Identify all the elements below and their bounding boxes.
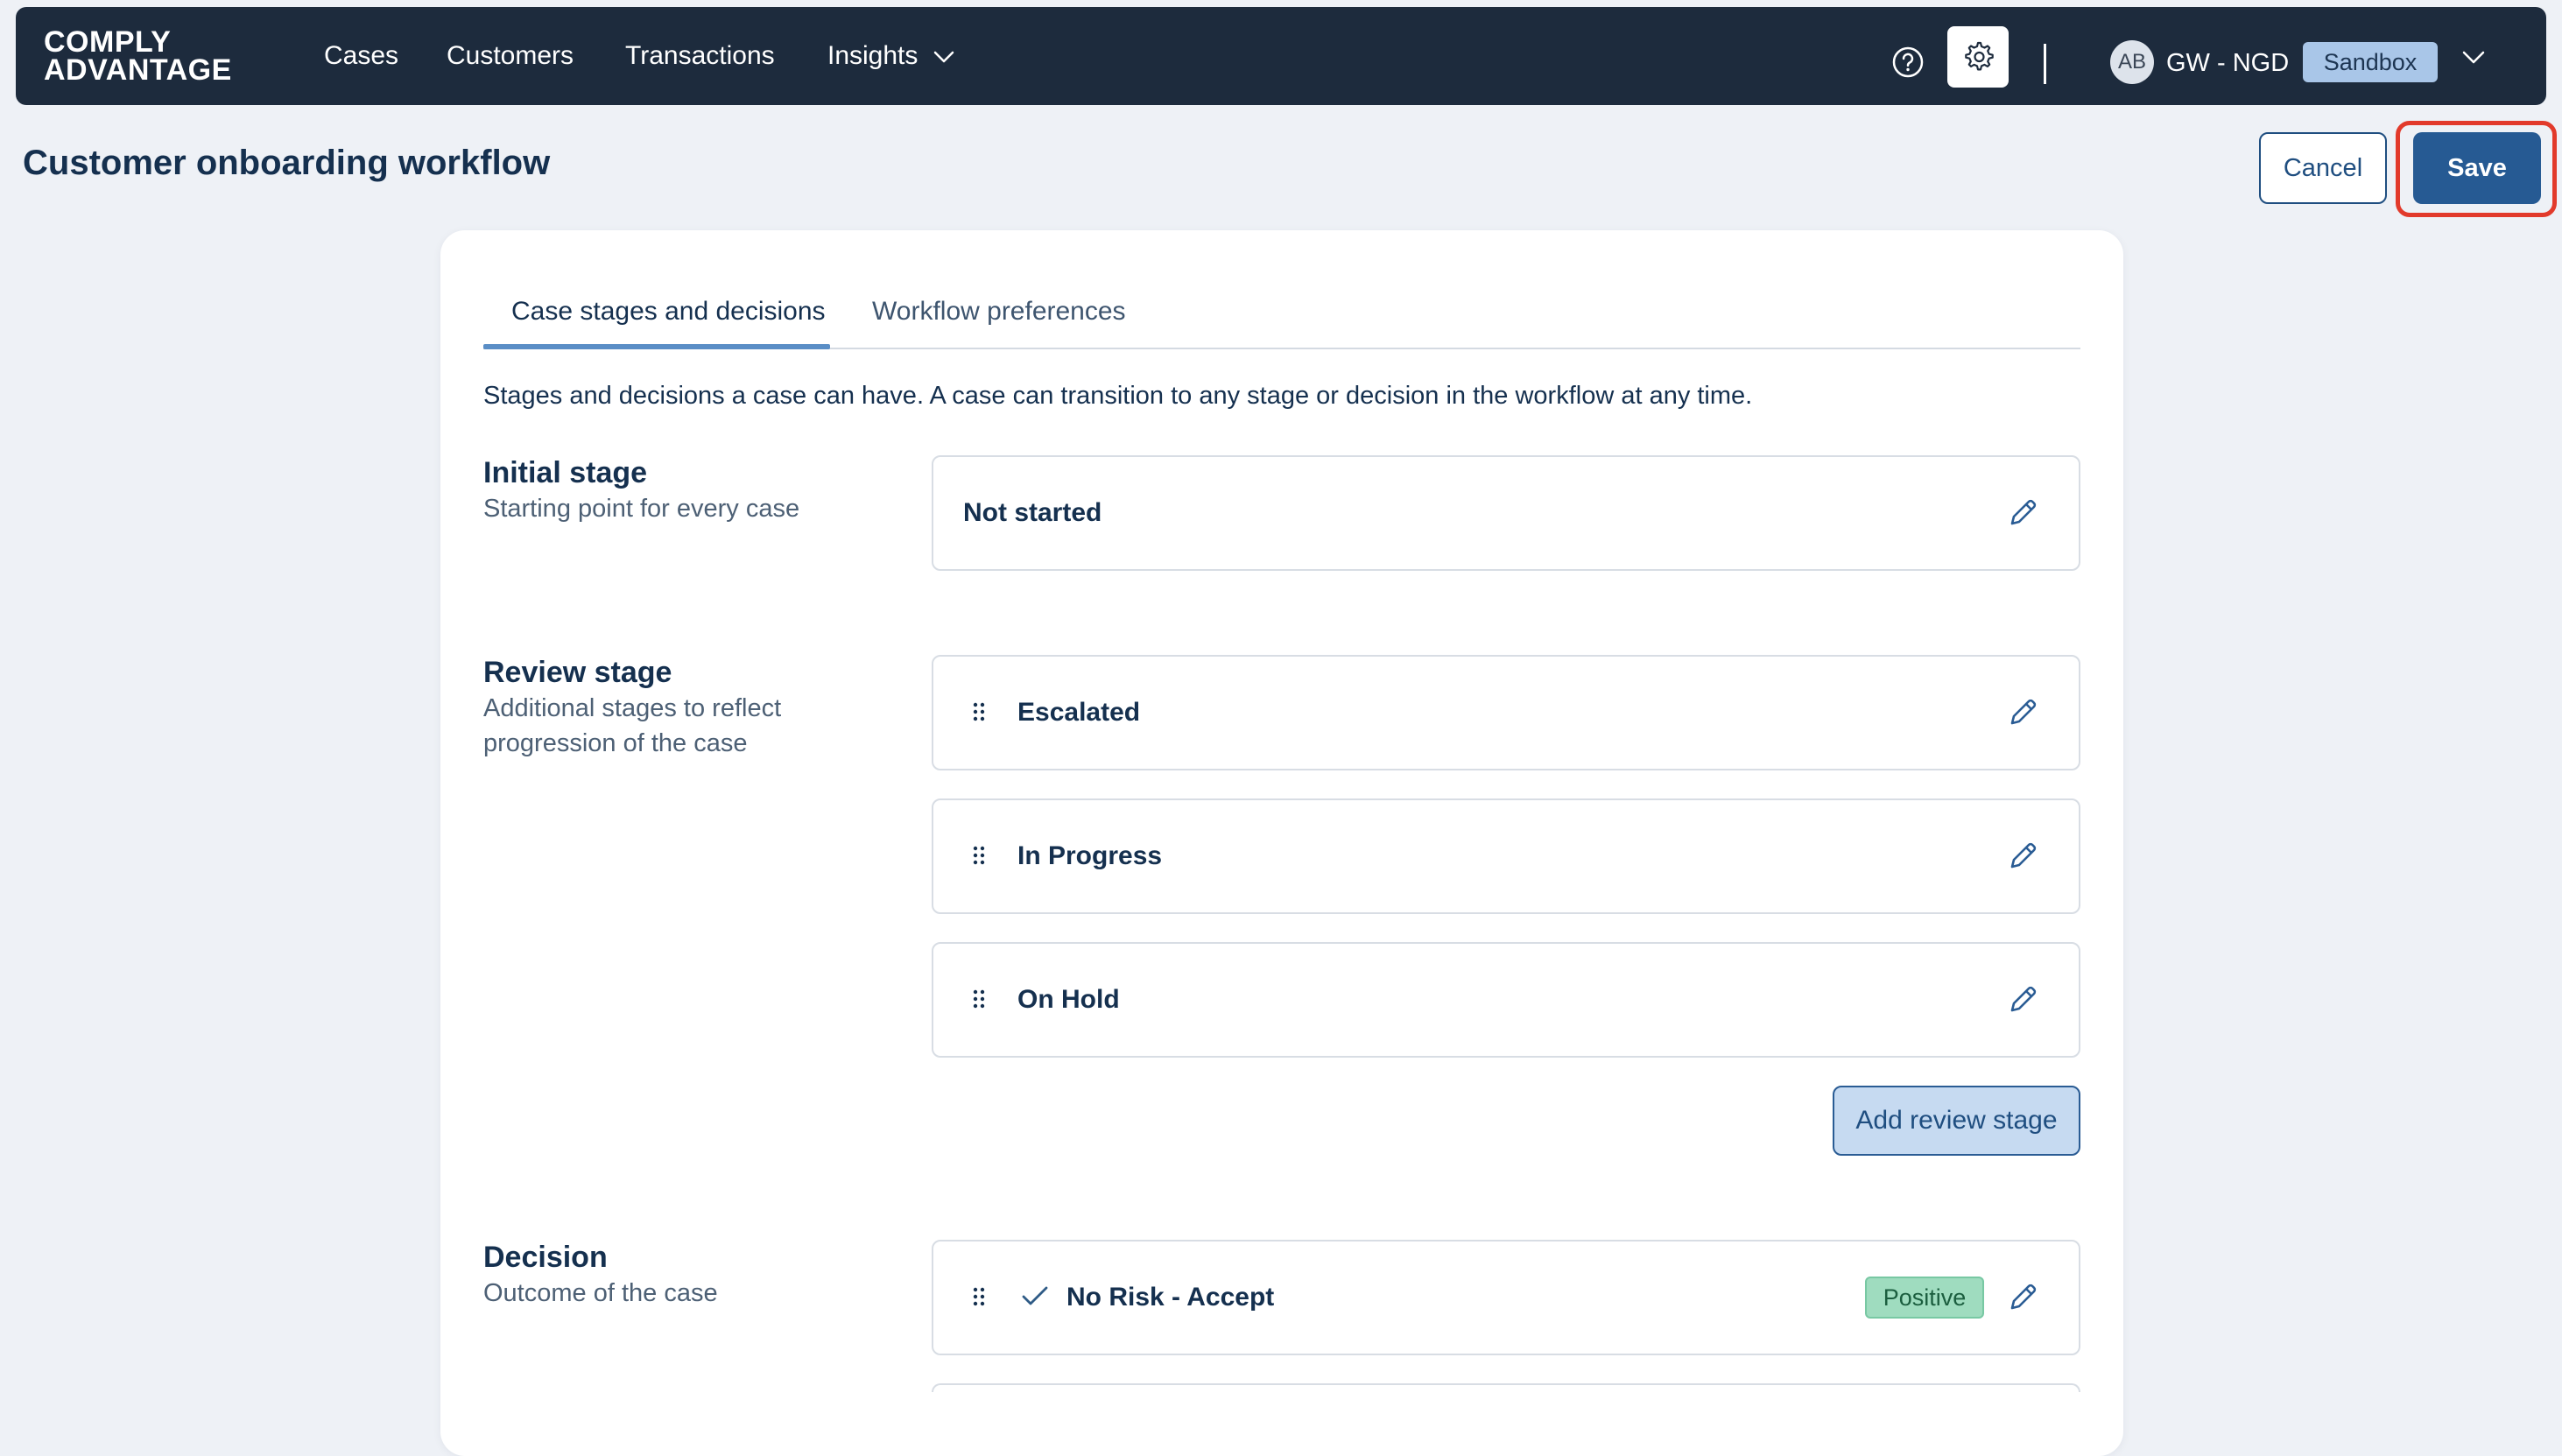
question-circle-icon bbox=[1892, 46, 1924, 78]
help-button[interactable] bbox=[1888, 42, 1928, 82]
nav-link-cases[interactable]: Cases bbox=[324, 39, 398, 74]
tab-workflow-preferences[interactable]: Workflow preferences bbox=[872, 294, 1126, 329]
environment-badge: Sandbox bbox=[2303, 42, 2438, 82]
drag-handle-icon[interactable] bbox=[972, 700, 986, 723]
pencil-icon[interactable] bbox=[2005, 496, 2040, 531]
review-stage-item: In Progress bbox=[932, 798, 2080, 914]
avatar[interactable]: AB bbox=[2110, 40, 2154, 84]
drag-handle-icon[interactable] bbox=[972, 844, 986, 867]
org-name[interactable]: GW - NGD bbox=[2166, 46, 2289, 81]
intro-text: Stages and decisions a case can have. A … bbox=[483, 382, 1753, 410]
account-chevron-down-icon[interactable] bbox=[2462, 51, 2485, 65]
initial-stage-title: Initial stage bbox=[483, 456, 648, 489]
chevron-down-icon[interactable] bbox=[933, 51, 954, 63]
review-stage-item: Escalated bbox=[932, 655, 2080, 770]
review-stage-subtitle: Additional stages to reflect progression… bbox=[483, 694, 782, 757]
page-title: Customer onboarding workflow bbox=[23, 144, 551, 182]
initial-stage-item: Not started bbox=[932, 455, 2080, 571]
active-tab-indicator bbox=[483, 344, 830, 349]
pencil-icon[interactable] bbox=[2005, 982, 2040, 1017]
positive-badge: Positive bbox=[1865, 1277, 1984, 1319]
top-nav: COMPLY ADVANTAGE Cases Customers Transac… bbox=[16, 7, 2546, 105]
cancel-button[interactable]: Cancel bbox=[2259, 132, 2387, 204]
stage-label: On Hold bbox=[1017, 985, 1120, 1014]
pencil-icon[interactable] bbox=[2005, 1280, 2040, 1315]
stage-label: Not started bbox=[963, 498, 1102, 527]
drag-handle-icon[interactable] bbox=[972, 1285, 986, 1308]
save-button[interactable]: Save bbox=[2413, 132, 2541, 204]
logo-line-1: COMPLY bbox=[44, 25, 172, 59]
nav-divider bbox=[2044, 44, 2046, 84]
review-stage-title: Review stage bbox=[483, 656, 672, 689]
decision-title: Decision bbox=[483, 1241, 608, 1274]
pencil-icon[interactable] bbox=[2005, 695, 2040, 730]
logo-line-2: ADVANTAGE bbox=[44, 53, 232, 87]
nav-link-insights[interactable]: Insights bbox=[827, 39, 918, 74]
pencil-icon[interactable] bbox=[2005, 839, 2040, 874]
stage-label: In Progress bbox=[1017, 841, 1163, 870]
initial-stage-subtitle: Starting point for every case bbox=[483, 495, 800, 523]
decision-item-partial bbox=[932, 1383, 2080, 1392]
nav-link-customers[interactable]: Customers bbox=[447, 39, 574, 74]
settings-button[interactable] bbox=[1947, 26, 2009, 88]
review-stage-item: On Hold bbox=[932, 942, 2080, 1058]
stage-label: Escalated bbox=[1017, 698, 1141, 727]
stage-label: No Risk - Accept bbox=[1066, 1283, 1275, 1312]
decision-item: No Risk - Accept Positive bbox=[932, 1240, 2080, 1355]
check-icon bbox=[1022, 1286, 1048, 1305]
drag-handle-icon[interactable] bbox=[972, 988, 986, 1010]
decision-subtitle: Outcome of the case bbox=[483, 1279, 718, 1307]
nav-link-transactions[interactable]: Transactions bbox=[625, 39, 775, 74]
gear-icon bbox=[1965, 41, 1994, 71]
tab-case-stages[interactable]: Case stages and decisions bbox=[511, 294, 826, 329]
add-review-stage-button[interactable]: Add review stage bbox=[1833, 1086, 2080, 1156]
brand-logo[interactable]: COMPLY ADVANTAGE bbox=[44, 25, 232, 87]
